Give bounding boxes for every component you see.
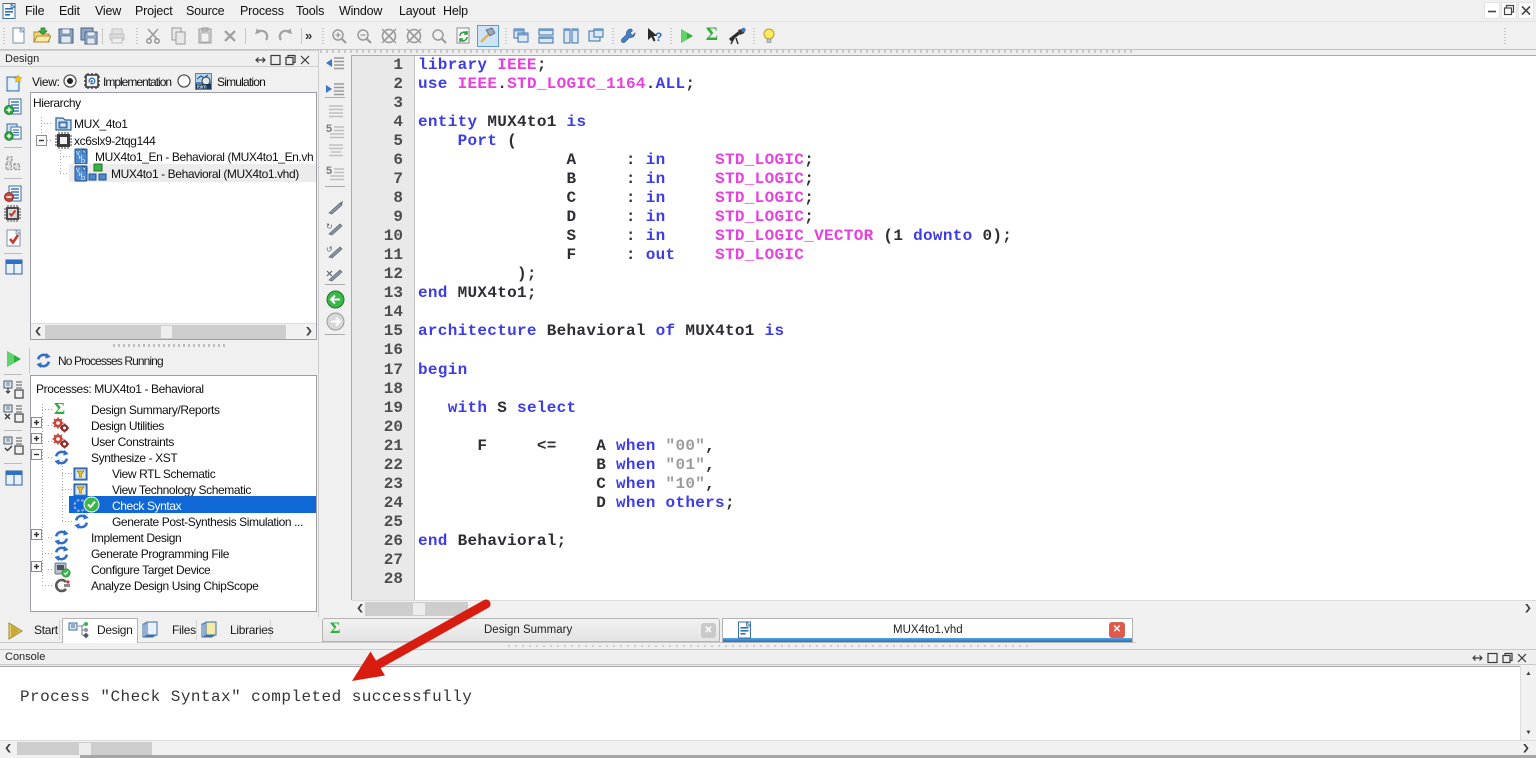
svg-text:5: 5 [326,165,332,177]
svg-text:↺: ↺ [326,245,333,254]
svg-text:5: 5 [326,123,332,135]
svg-text:D: D [81,176,85,182]
svg-text:↻: ↻ [326,222,333,231]
svg-text:ISim: ISim [197,85,208,91]
svg-text:?: ? [655,30,662,44]
